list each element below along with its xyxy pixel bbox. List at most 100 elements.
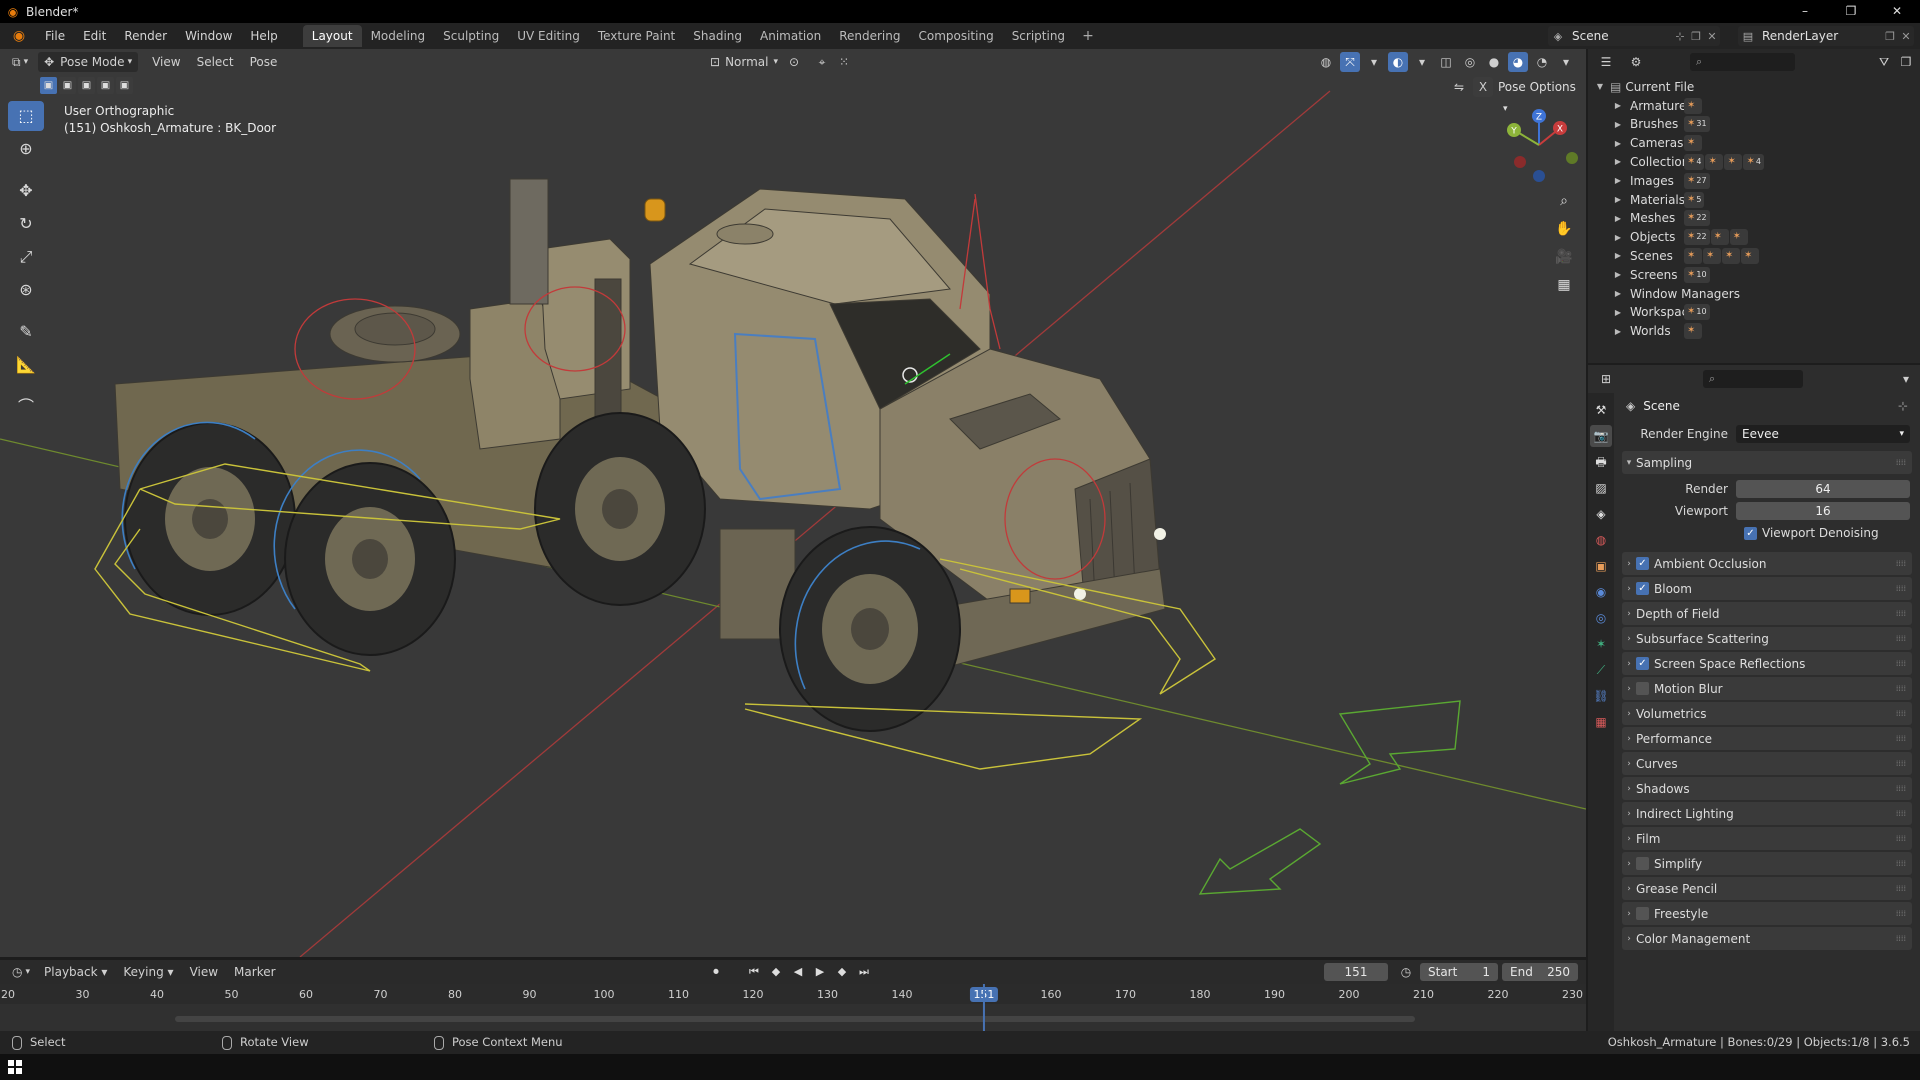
expand-arrow-icon[interactable]: ▶	[1612, 251, 1624, 260]
tab-rendering[interactable]: Rendering	[830, 25, 909, 47]
new-collection-icon[interactable]: ❐	[1896, 52, 1916, 72]
rotate-tool[interactable]: ↻	[8, 209, 44, 239]
outliner-item-screens[interactable]: ▶ Screens ✶ 10	[1588, 265, 1920, 284]
pivot-icon[interactable]: ⊙	[784, 52, 804, 72]
output-tab-icon[interactable]: 🖶	[1590, 451, 1612, 473]
drag-grip-icon[interactable]: ⁞⁞⁞⁞	[1896, 584, 1906, 593]
scale-tool[interactable]: ⤢	[8, 242, 44, 272]
properties-search-input[interactable]: ⌕	[1703, 370, 1803, 388]
overlay-toggle-icon[interactable]: ◐	[1388, 52, 1408, 72]
collections-datablock-icon[interactable]: ✶ 4	[1684, 153, 1705, 170]
pin-icon[interactable]: ⊹	[1898, 399, 1908, 413]
expand-arrow-icon[interactable]: ▶	[1612, 101, 1624, 110]
next-keyframe-icon[interactable]: ◆	[832, 962, 852, 982]
panel-curves[interactable]: › Curves ⁞⁞⁞⁞	[1622, 752, 1912, 775]
xray-toggle-icon[interactable]: ◫	[1436, 52, 1456, 72]
menu-marker[interactable]: Marker	[226, 965, 283, 979]
gizmo-toggle-icon[interactable]: ⤧	[1340, 52, 1360, 72]
navigation-gizmo[interactable]: Z X Y	[1500, 106, 1578, 184]
display-mode-icon[interactable]: ⚙	[1626, 52, 1646, 72]
expand-arrow-icon[interactable]: ▼	[1594, 82, 1606, 91]
cameras-datablock-icon[interactable]: ✶	[1684, 135, 1702, 152]
outliner-item-current-file[interactable]: ▼ ▤ Current File	[1588, 77, 1920, 96]
scene-name[interactable]: Scene	[1568, 29, 1672, 43]
tab-texture-paint[interactable]: Texture Paint	[589, 25, 684, 47]
jump-start-icon[interactable]: ⏮	[744, 962, 764, 982]
viewport-denoising-row[interactable]: ✓ Viewport Denoising	[1618, 522, 1918, 544]
armature-data-tab-icon[interactable]: ✶	[1590, 633, 1612, 655]
prev-keyframe-icon[interactable]: ◆	[766, 962, 786, 982]
select-box-tool[interactable]: ⬚	[8, 101, 44, 131]
collections-datablock-icon[interactable]: ✶	[1724, 153, 1743, 170]
expand-arrow-icon[interactable]: ▶	[1612, 289, 1624, 298]
menu-window[interactable]: Window	[176, 23, 241, 49]
tab-uv-editing[interactable]: UV Editing	[508, 25, 589, 47]
outliner-item-window-managers[interactable]: ▶ Window Managers	[1588, 284, 1920, 303]
panel-ambient-occlusion[interactable]: › ✓ Ambient Occlusion ⁞⁞⁞⁞	[1622, 552, 1912, 575]
overlay-dropdown-icon[interactable]: ▾	[1412, 52, 1432, 72]
windows-start-icon[interactable]	[8, 1060, 22, 1074]
scenes-datablock-icon[interactable]: ✶	[1722, 247, 1740, 264]
panel-indirect-lighting[interactable]: › Indirect Lighting ⁞⁞⁞⁞	[1622, 802, 1912, 825]
outliner[interactable]: ☰ ⚙ ⌕ ⛛ ❐ ▼ ▤ Current File ▶ Armatures ✶ ▶ Brus…	[1588, 49, 1920, 363]
world-tab-icon[interactable]: ◍	[1590, 529, 1612, 551]
texture-tab-icon[interactable]: ▦	[1590, 711, 1612, 733]
expand-arrow-icon[interactable]: ▶	[1612, 214, 1624, 223]
transform-orientation-selector[interactable]: ⊡ Normal ▾	[704, 52, 784, 72]
minimize-button[interactable]: –	[1782, 0, 1828, 23]
menu-playback[interactable]: Playback ▾	[36, 965, 115, 979]
mode-selector[interactable]: ✥ Pose Mode ▾	[38, 52, 139, 72]
panel-subsurface-scattering[interactable]: › Subsurface Scattering ⁞⁞⁞⁞	[1622, 627, 1912, 650]
shading-dropdown-icon[interactable]: ▾	[1556, 52, 1576, 72]
drag-grip-icon[interactable]: ⁞⁞⁞⁞	[1896, 734, 1906, 743]
panel-performance[interactable]: › Performance ⁞⁞⁞⁞	[1622, 727, 1912, 750]
panel-color-management[interactable]: › Color Management ⁞⁞⁞⁞	[1622, 927, 1912, 950]
tab-compositing[interactable]: Compositing	[909, 25, 1002, 47]
blender-logo-icon[interactable]: ◉	[8, 28, 30, 44]
outliner-item-images[interactable]: ▶ Images ✶ 27	[1588, 171, 1920, 190]
object-tab-icon[interactable]: ▣	[1590, 555, 1612, 577]
expand-arrow-icon[interactable]: ▶	[1612, 327, 1624, 336]
add-workspace-button[interactable]: +	[1074, 28, 1102, 44]
drag-grip-icon[interactable]: ⁞⁞⁞⁞	[1896, 834, 1906, 843]
objects-datablock-icon[interactable]: ✶	[1710, 229, 1729, 246]
screens-datablock-icon[interactable]: ✶ 10	[1684, 266, 1710, 283]
materials-datablock-icon[interactable]: ✶ 5	[1684, 191, 1705, 208]
expand-arrow-icon[interactable]: ▶	[1612, 195, 1624, 204]
new-layer-icon[interactable]: ❐	[1882, 30, 1898, 43]
drag-grip-icon[interactable]: ⁞⁞⁞⁞	[1896, 458, 1906, 467]
play-reverse-icon[interactable]: ◀	[788, 962, 808, 982]
select-new-icon[interactable]: ▣	[40, 77, 57, 94]
panel-depth-of-field[interactable]: › Depth of Field ⁞⁞⁞⁞	[1622, 602, 1912, 625]
remove-scene-icon[interactable]: ✕	[1704, 30, 1720, 43]
jump-end-icon[interactable]: ⏭	[854, 962, 874, 982]
viewport-scene[interactable]	[0, 49, 1586, 957]
grid-view-icon[interactable]: ▦	[1552, 273, 1576, 297]
tab-modeling[interactable]: Modeling	[362, 25, 435, 47]
visibility-icon[interactable]: ◍	[1316, 52, 1336, 72]
menu-view[interactable]: View	[144, 55, 188, 69]
drag-grip-icon[interactable]: ⁞⁞⁞⁞	[1896, 659, 1906, 668]
remove-layer-icon[interactable]: ✕	[1898, 30, 1914, 43]
measure-tool[interactable]: 📐	[8, 350, 44, 380]
tab-sculpting[interactable]: Sculpting	[434, 25, 508, 47]
menu-help[interactable]: Help	[241, 23, 286, 49]
select-invert-icon[interactable]: ▣	[97, 77, 114, 94]
menu-edit[interactable]: Edit	[74, 23, 115, 49]
images-datablock-icon[interactable]: ✶ 27	[1684, 172, 1710, 189]
start-frame-field[interactable]: Start 1	[1420, 963, 1498, 981]
menu-pose[interactable]: Pose	[242, 55, 286, 69]
transform-tool[interactable]: ⊛	[8, 275, 44, 305]
menu-file[interactable]: File	[36, 23, 74, 49]
workspaces-datablock-icon[interactable]: ✶ 10	[1684, 304, 1710, 321]
outliner-item-brushes[interactable]: ▶ Brushes ✶ 31	[1588, 115, 1920, 134]
panel-screen-space-reflections[interactable]: › ✓ Screen Space Reflections ⁞⁞⁞⁞	[1622, 652, 1912, 675]
scenes-datablock-icon[interactable]: ✶	[1703, 247, 1721, 264]
expand-arrow-icon[interactable]: ▶	[1612, 270, 1624, 279]
filter-icon[interactable]: ⛛	[1874, 52, 1894, 72]
scenes-datablock-icon[interactable]: ✶	[1741, 247, 1759, 264]
gizmo-dropdown-icon[interactable]: ▾	[1364, 52, 1384, 72]
zoom-icon[interactable]: ⌕	[1552, 189, 1576, 213]
armatures-datablock-icon[interactable]: ✶	[1684, 97, 1702, 114]
meshes-datablock-icon[interactable]: ✶ 22	[1684, 210, 1710, 227]
